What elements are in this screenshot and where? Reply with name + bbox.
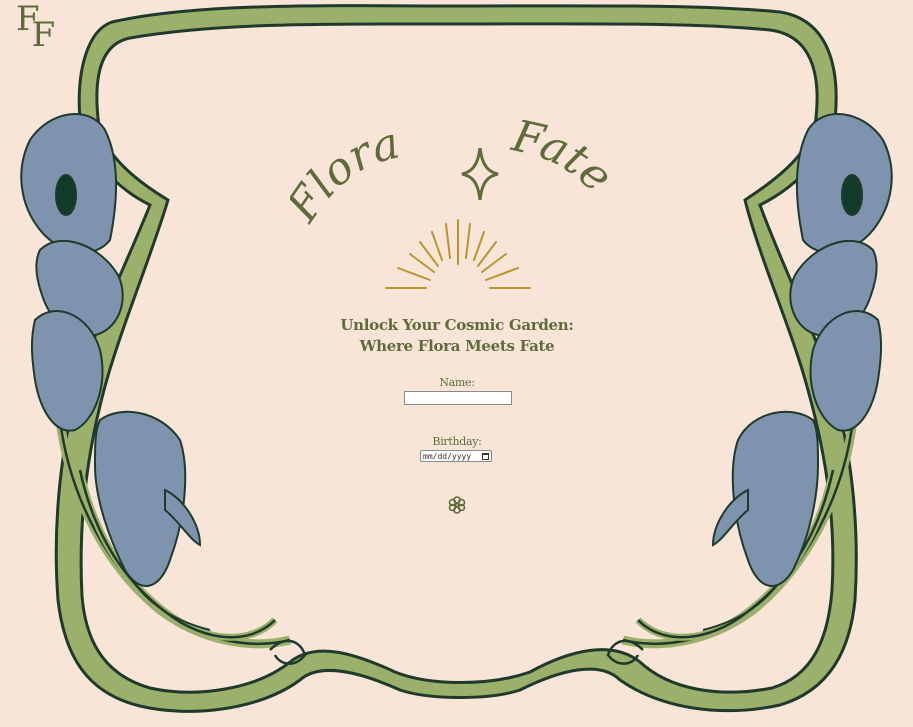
monogram-letter-1: F: [16, 0, 39, 39]
art-nouveau-frame: [20, 4, 893, 713]
name-field[interactable]: [404, 391, 512, 405]
tagline-line-2: Where Flora Meets Fate: [359, 337, 555, 355]
flower-submit-button[interactable]: [447, 495, 467, 515]
title-fate: Fate: [507, 120, 623, 202]
tagline: Unlock Your Cosmic Garden: Where Flora M…: [300, 315, 614, 357]
monogram-letter-2: F: [31, 15, 55, 55]
monogram-logo[interactable]: FF: [16, 0, 55, 52]
calendar-icon[interactable]: [482, 452, 489, 460]
tagline-line-1: Unlock Your Cosmic Garden:: [340, 316, 574, 334]
svg-text:Fate: Fate: [507, 120, 623, 202]
four-point-star-icon: [461, 147, 499, 201]
birthday-date-field[interactable]: mm/dd/yyyy: [420, 450, 492, 462]
page: FF Flora Fate: [0, 0, 913, 727]
sunburst-icon: [385, 219, 531, 289]
name-label: Name:: [439, 376, 475, 389]
flower-icon: [448, 496, 466, 514]
birthday-label: Birthday:: [432, 435, 482, 448]
birthday-placeholder: mm/dd/yyyy: [423, 451, 472, 461]
